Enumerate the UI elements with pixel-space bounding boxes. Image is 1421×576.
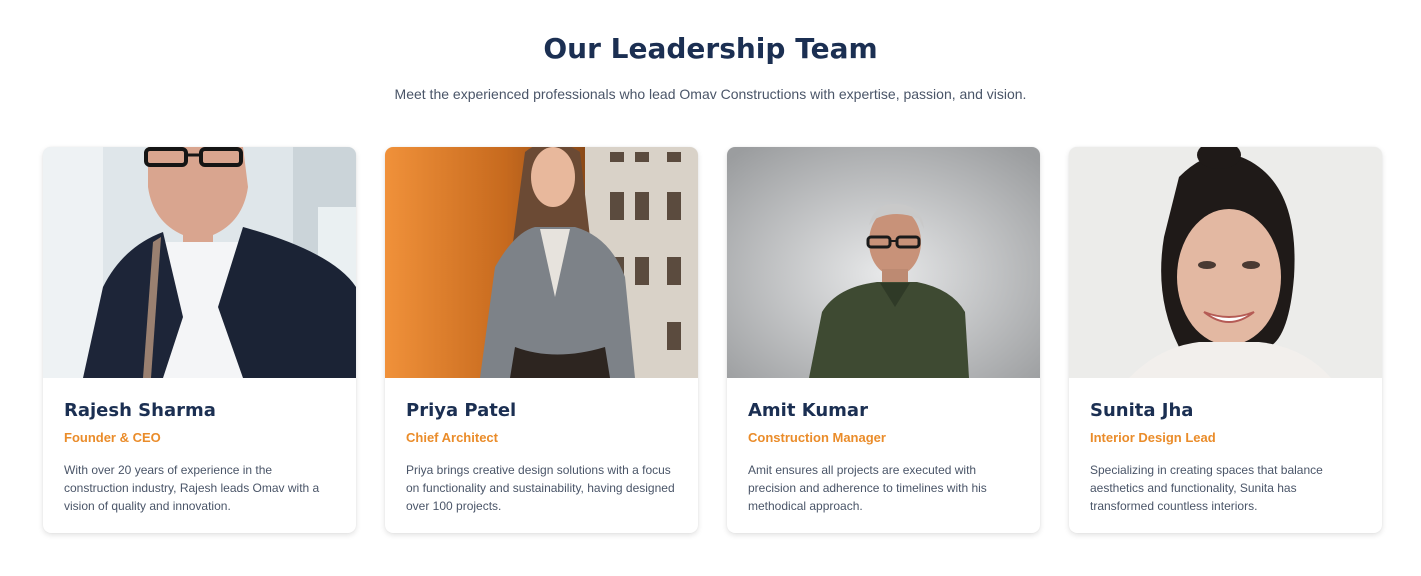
member-name: Rajesh Sharma [64,400,216,421]
leadership-section: Our Leadership Team Meet the experienced… [0,0,1421,576]
member-role: Founder & CEO [64,430,161,445]
member-name: Priya Patel [406,400,517,421]
section-title: Our Leadership Team [543,32,878,65]
member-description: Priya brings creative design solutions w… [406,463,675,513]
team-photo-rajesh-sharma [43,147,356,378]
member-description: With over 20 years of experience in the … [64,463,320,513]
team-card-amit-kumar: Amit Kumar Construction Manager Amit ens… [727,147,1040,533]
team-photo-sunita-jha [1069,147,1382,378]
team-photo-priya-patel [385,147,698,378]
member-description: Amit ensures all projects are executed w… [748,463,987,513]
member-name: Sunita Jha [1090,400,1194,421]
team-grid: Rajesh Sharma Founder & CEO With over 20… [43,147,1382,533]
team-card-sunita-jha: Sunita Jha Interior Design Lead Speciali… [1069,147,1382,533]
member-role: Construction Manager [748,430,886,445]
member-name: Amit Kumar [748,400,868,421]
team-card-priya-patel: Priya Patel Chief Architect Priya brings… [385,147,698,533]
woman-in-grey-blazer-photo [385,147,698,378]
member-description: Specializing in creating spaces that bal… [1090,463,1323,513]
smiling-woman-portrait-photo [1069,147,1382,378]
team-photo-amit-kumar [727,147,1040,378]
section-subtitle: Meet the experienced professionals who l… [394,86,1027,102]
man-in-green-polo-photo [727,147,1040,378]
man-in-dark-blazer-photo [43,147,356,378]
team-card-rajesh-sharma: Rajesh Sharma Founder & CEO With over 20… [43,147,356,533]
member-role: Chief Architect [406,430,498,445]
member-role: Interior Design Lead [1090,430,1216,445]
